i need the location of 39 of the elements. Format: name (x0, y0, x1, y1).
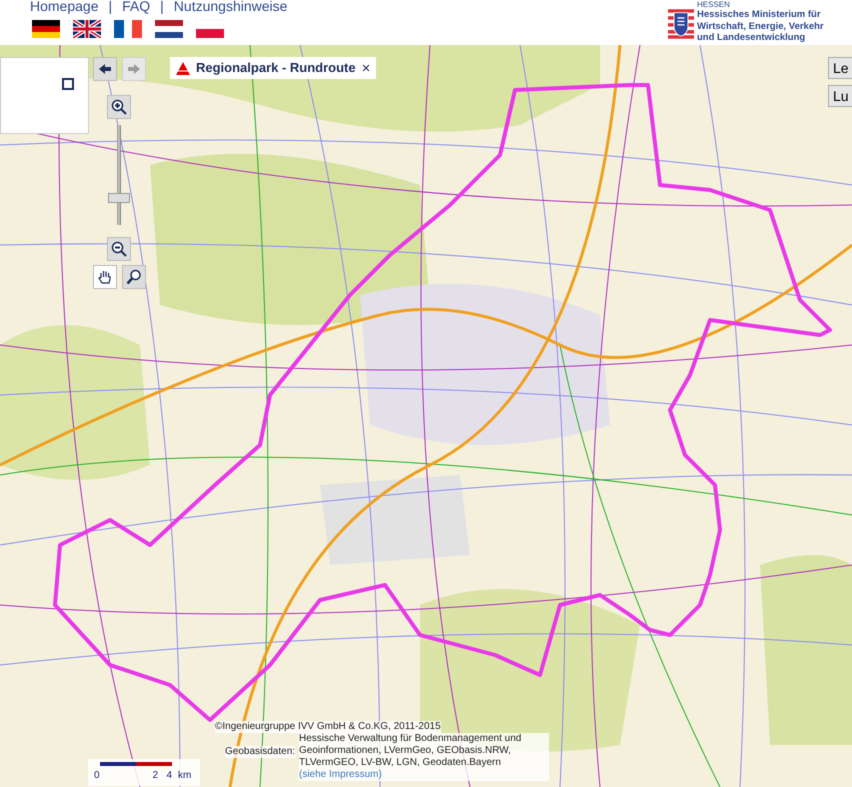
arrow-icon (126, 61, 142, 77)
imprint-link[interactable]: (siehe Impressum) (299, 769, 382, 780)
search-icon (126, 269, 142, 285)
link-separator: | (108, 0, 112, 16)
close-button[interactable]: × (362, 60, 370, 76)
copyright-text: ©Ingenieurgruppe IVV GmbH & Co.KG, 2011-2015 (215, 721, 441, 733)
search-button[interactable] (122, 265, 146, 289)
side-button[interactable]: Le (828, 57, 852, 79)
flag-icon[interactable] (73, 20, 101, 38)
header-link[interactable]: Nutzungshinweise (174, 0, 288, 17)
back-button[interactable] (93, 57, 117, 81)
arrow-icon (97, 61, 113, 77)
scale-label: 2 (151, 769, 158, 783)
pan-button[interactable] (93, 265, 117, 289)
geodata-credits: Hessische Verwaltung für Bodenmanagement und Geoinformationen, LVermGeo, GEObasis.NRW, TLVermGEO, LV-BW, LGN, Geodaten.Bayern (siehe Impressum) (299, 733, 549, 781)
scale-label: 0 (94, 769, 101, 783)
zoom-out-icon (111, 241, 127, 257)
geodata-label: Geobasisdaten: (225, 746, 296, 758)
header-link[interactable]: FAQ (122, 0, 150, 17)
side-button[interactable]: Lu (828, 85, 852, 107)
zoom-in-button[interactable] (107, 95, 131, 119)
scale-label: 4 (165, 769, 172, 783)
layer-tab[interactable]: Regionalpark - Rundroute × (170, 57, 376, 79)
hand-icon (97, 269, 113, 285)
flag-icon[interactable] (155, 20, 183, 38)
logo-state-label: HESSEN (697, 0, 731, 9)
link-separator: | (160, 0, 164, 16)
layer-tab-title: Regionalpark - Rundroute (196, 59, 356, 78)
flag-icon[interactable] (32, 20, 60, 38)
flag-icon[interactable] (114, 20, 142, 38)
ministry-name: Hessisches Ministerium für Wirtschaft, Energie, Verkehr und Landesentwicklung (697, 9, 824, 44)
zoom-slider-thumb[interactable] (108, 193, 130, 203)
scale-unit: km (178, 769, 192, 783)
zoom-out-button[interactable] (107, 237, 131, 261)
coat-of-arms-icon (668, 9, 694, 39)
zoom-in-icon (111, 99, 127, 115)
header-link[interactable]: Homepage (30, 0, 98, 17)
warning-triangle-icon (176, 62, 190, 74)
maximize-icon[interactable] (62, 78, 74, 90)
